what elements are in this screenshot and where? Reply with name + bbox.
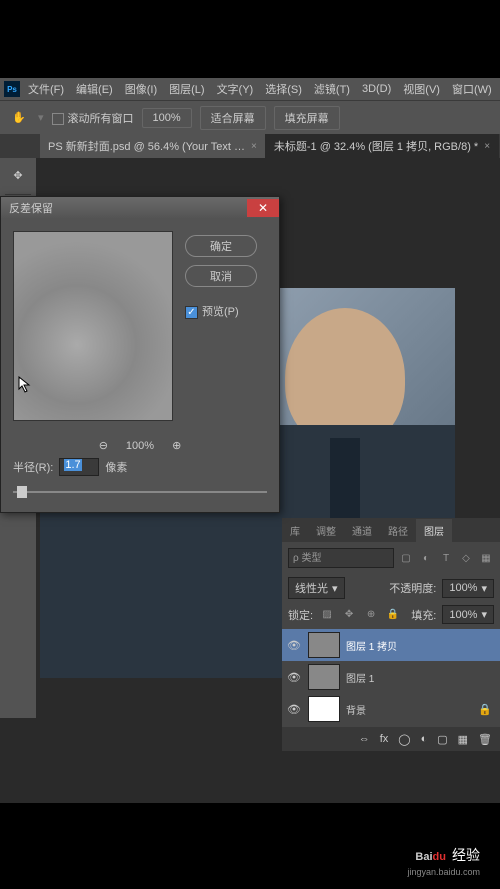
ps-logo-icon: Ps xyxy=(4,81,20,97)
delete-layer-icon[interactable]: 🗑 xyxy=(478,733,492,746)
layer-name: 背景 xyxy=(346,702,366,717)
filter-adjust-icon[interactable]: ◐ xyxy=(418,551,434,565)
blend-mode-select[interactable]: 线性光▾ xyxy=(288,577,345,599)
document-tabs: PS 新新封面.psd @ 56.4% (Your Text …× 未标题-1 … xyxy=(0,134,500,158)
close-icon[interactable]: × xyxy=(251,141,257,152)
group-icon[interactable]: ▢ xyxy=(437,733,447,746)
layer-name: 图层 1 xyxy=(346,670,374,685)
menu-select[interactable]: 选择(S) xyxy=(261,81,306,97)
watermark: Baidu 经验 jingyan.baidu.com xyxy=(415,844,480,865)
tab-path[interactable]: 路径 xyxy=(380,519,416,542)
radius-input[interactable]: 1.7 xyxy=(59,458,99,476)
lock-artboard-icon[interactable]: ⊕ xyxy=(363,608,379,622)
adjustment-layer-icon[interactable]: ◐ xyxy=(421,733,428,745)
layer-list: 👁 图层 1 拷贝 👁 图层 1 👁 背景 🔒 xyxy=(282,627,500,727)
close-button[interactable]: ✕ xyxy=(247,199,279,217)
menu-window[interactable]: 窗口(W) xyxy=(448,81,496,97)
filter-image-icon[interactable]: ▢ xyxy=(398,551,414,565)
layers-footer: ⇔ fx ◯ ◐ ▢ ▦ 🗑 xyxy=(282,727,500,751)
document-tab-1[interactable]: PS 新新封面.psd @ 56.4% (Your Text …× xyxy=(40,134,266,158)
zoom-level: 100% xyxy=(126,440,154,452)
hand-tool-icon[interactable]: ✋ xyxy=(8,107,30,129)
tab-library[interactable]: 库 xyxy=(282,519,308,542)
layer-row[interactable]: 👁 图层 1 拷贝 xyxy=(282,629,500,661)
high-pass-dialog: 反差保留 ✕ 确定 取消 ✓预览(P) ⊖ 100% ⊕ 半径(R): 1.7 … xyxy=(0,196,280,513)
options-bar: ✋ ▾ 滚动所有窗口 100% 适合屏幕 填充屏幕 xyxy=(0,100,500,134)
menu-layer[interactable]: 图层(L) xyxy=(165,81,208,97)
fill-input[interactable]: 100%▾ xyxy=(442,605,494,624)
menu-image[interactable]: 图像(I) xyxy=(121,81,161,97)
radius-unit: 像素 xyxy=(105,459,127,475)
move-tool-icon[interactable]: ✥ xyxy=(5,162,31,188)
filter-type-icon[interactable]: T xyxy=(438,551,454,565)
link-layers-icon[interactable]: ⇔ xyxy=(359,733,370,745)
radius-label: 半径(R): xyxy=(13,459,53,475)
filter-shape-icon[interactable]: ◇ xyxy=(458,551,474,565)
preview-checkbox[interactable]: ✓预览(P) xyxy=(185,303,257,319)
layer-name: 图层 1 拷贝 xyxy=(346,638,397,653)
lock-all-icon[interactable]: 🔒 xyxy=(385,608,401,622)
lock-label: 锁定: xyxy=(288,607,313,623)
new-layer-icon[interactable]: ▦ xyxy=(458,733,468,746)
layers-panel: 库 调整 通道 路径 图层 ρ 类型 ▢ ◐ T ◇ ▦ 线性光▾ 不透明度: … xyxy=(282,518,500,751)
mouse-cursor-icon xyxy=(18,376,32,394)
zoom-100-button[interactable]: 100% xyxy=(142,108,192,128)
ok-button[interactable]: 确定 xyxy=(185,235,257,257)
close-icon[interactable]: × xyxy=(484,141,490,152)
menu-filter[interactable]: 滤镜(T) xyxy=(310,81,354,97)
menu-bar: Ps 文件(F) 编辑(E) 图像(I) 图层(L) 文字(Y) 选择(S) 滤… xyxy=(0,78,500,100)
zoom-out-icon[interactable]: ⊖ xyxy=(99,439,108,452)
layer-thumbnail[interactable] xyxy=(308,664,340,690)
fill-label: 填充: xyxy=(411,607,436,623)
layer-row[interactable]: 👁 图层 1 xyxy=(282,661,500,693)
layer-mask-icon[interactable]: ◯ xyxy=(398,733,410,746)
filter-preview[interactable] xyxy=(13,231,173,421)
lock-icon: 🔒 xyxy=(478,703,492,716)
tab-channel[interactable]: 通道 xyxy=(344,519,380,542)
visibility-icon[interactable]: 👁 xyxy=(286,703,302,716)
layer-thumbnail[interactable] xyxy=(308,632,340,658)
tab-adjust[interactable]: 调整 xyxy=(308,519,344,542)
document-tab-2[interactable]: 未标题-1 @ 32.4% (图层 1 拷贝, RGB/8) *× xyxy=(266,134,499,158)
filter-smart-icon[interactable]: ▦ xyxy=(478,551,494,565)
fill-screen-button[interactable]: 填充屏幕 xyxy=(274,106,340,130)
menu-edit[interactable]: 编辑(E) xyxy=(72,81,117,97)
layer-filter-input[interactable]: ρ 类型 xyxy=(288,548,394,568)
tab-layers[interactable]: 图层 xyxy=(416,519,452,542)
layer-row[interactable]: 👁 背景 🔒 xyxy=(282,693,500,725)
layer-fx-icon[interactable]: fx xyxy=(380,733,389,745)
visibility-icon[interactable]: 👁 xyxy=(286,639,302,652)
layer-thumbnail[interactable] xyxy=(308,696,340,722)
menu-view[interactable]: 视图(V) xyxy=(399,81,444,97)
menu-file[interactable]: 文件(F) xyxy=(24,81,68,97)
slider-thumb[interactable] xyxy=(17,486,27,498)
menu-type[interactable]: 文字(Y) xyxy=(213,81,258,97)
visibility-icon[interactable]: 👁 xyxy=(286,671,302,684)
cancel-button[interactable]: 取消 xyxy=(185,265,257,287)
fit-screen-button[interactable]: 适合屏幕 xyxy=(200,106,266,130)
lock-position-icon[interactable]: ✥ xyxy=(341,608,357,622)
menu-3d[interactable]: 3D(D) xyxy=(358,83,395,95)
dialog-titlebar[interactable]: 反差保留 ✕ xyxy=(1,197,279,219)
scroll-all-checkbox[interactable]: 滚动所有窗口 xyxy=(52,110,134,126)
opacity-label: 不透明度: xyxy=(389,580,436,596)
panel-tabset: 库 调整 通道 路径 图层 xyxy=(282,518,500,542)
zoom-in-icon[interactable]: ⊕ xyxy=(172,439,181,452)
lock-pixels-icon[interactable]: ▨ xyxy=(319,608,335,622)
radius-slider[interactable] xyxy=(13,484,267,500)
opacity-input[interactable]: 100%▾ xyxy=(442,579,494,598)
dialog-title: 反差保留 xyxy=(9,200,53,216)
